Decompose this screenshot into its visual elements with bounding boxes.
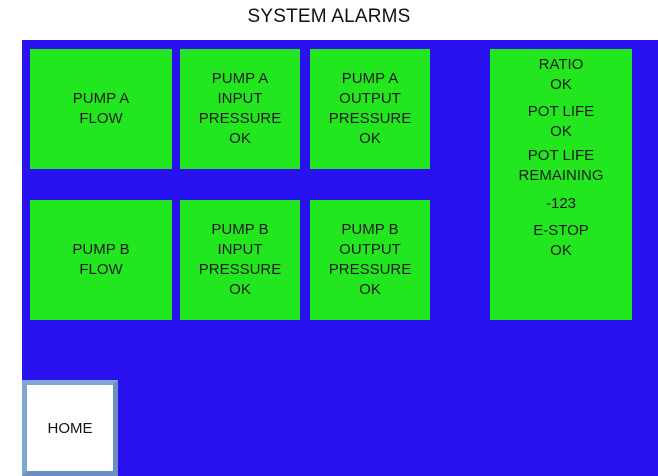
tile-line: OUTPUT [339, 241, 401, 258]
ratio-label: RATIO [538, 56, 584, 73]
tile-line: PRESSURE [198, 261, 282, 278]
tile-line: PRESSURE [328, 261, 412, 278]
pump-b-input-pressure-tile: PUMP B INPUT PRESSURE OK [180, 200, 300, 320]
pump-a-output-pressure-tile: PUMP A OUTPUT PRESSURE OK [310, 49, 430, 169]
tile-line: PUMP B [211, 221, 269, 238]
pump-a-flow-tile: PUMP A FLOW [30, 49, 172, 169]
tile-line: INPUT [217, 241, 263, 258]
tile-line: PRESSURE [198, 110, 282, 127]
tile-status-ok: OK [359, 281, 381, 298]
system-status-tile: RATIO OK POT LIFE OK POT LIFE REMAINING … [490, 49, 632, 320]
pump-b-output-pressure-tile: PUMP B OUTPUT PRESSURE OK [310, 200, 430, 320]
tile-line: FLOW [79, 261, 123, 278]
tile-status-ok: OK [359, 130, 381, 147]
estop-status: OK [550, 241, 572, 259]
tile-line: OUTPUT [339, 90, 401, 107]
tile-line: PRESSURE [328, 110, 412, 127]
pot-life-status: OK [550, 122, 572, 140]
pot-life-remaining-label: REMAINING [518, 166, 604, 184]
tile-line: PUMP A [211, 70, 269, 87]
ratio-status: OK [550, 75, 572, 93]
tile-line: PUMP A [341, 70, 399, 87]
pump-a-input-pressure-tile: PUMP A INPUT PRESSURE OK [180, 49, 300, 169]
home-button-label: HOME [47, 419, 93, 437]
pot-life-remaining-label: POT LIFE [527, 147, 595, 165]
page-title: SYSTEM ALARMS [247, 6, 411, 27]
tile-line: PUMP B [341, 221, 399, 238]
tile-status-ok: OK [229, 281, 251, 298]
home-button[interactable]: HOME [22, 380, 118, 476]
tile-line: PUMP B [72, 241, 130, 258]
pot-life-label: POT LIFE [527, 103, 595, 121]
pot-life-remaining-value: -123 [545, 194, 577, 212]
tile-status-ok: OK [229, 130, 251, 147]
estop-label: E-STOP [533, 222, 589, 240]
pump-b-flow-tile: PUMP B FLOW [30, 200, 172, 320]
tile-line: PUMP A [72, 90, 130, 107]
tile-line: INPUT [217, 90, 263, 107]
tile-line: FLOW [79, 110, 123, 127]
